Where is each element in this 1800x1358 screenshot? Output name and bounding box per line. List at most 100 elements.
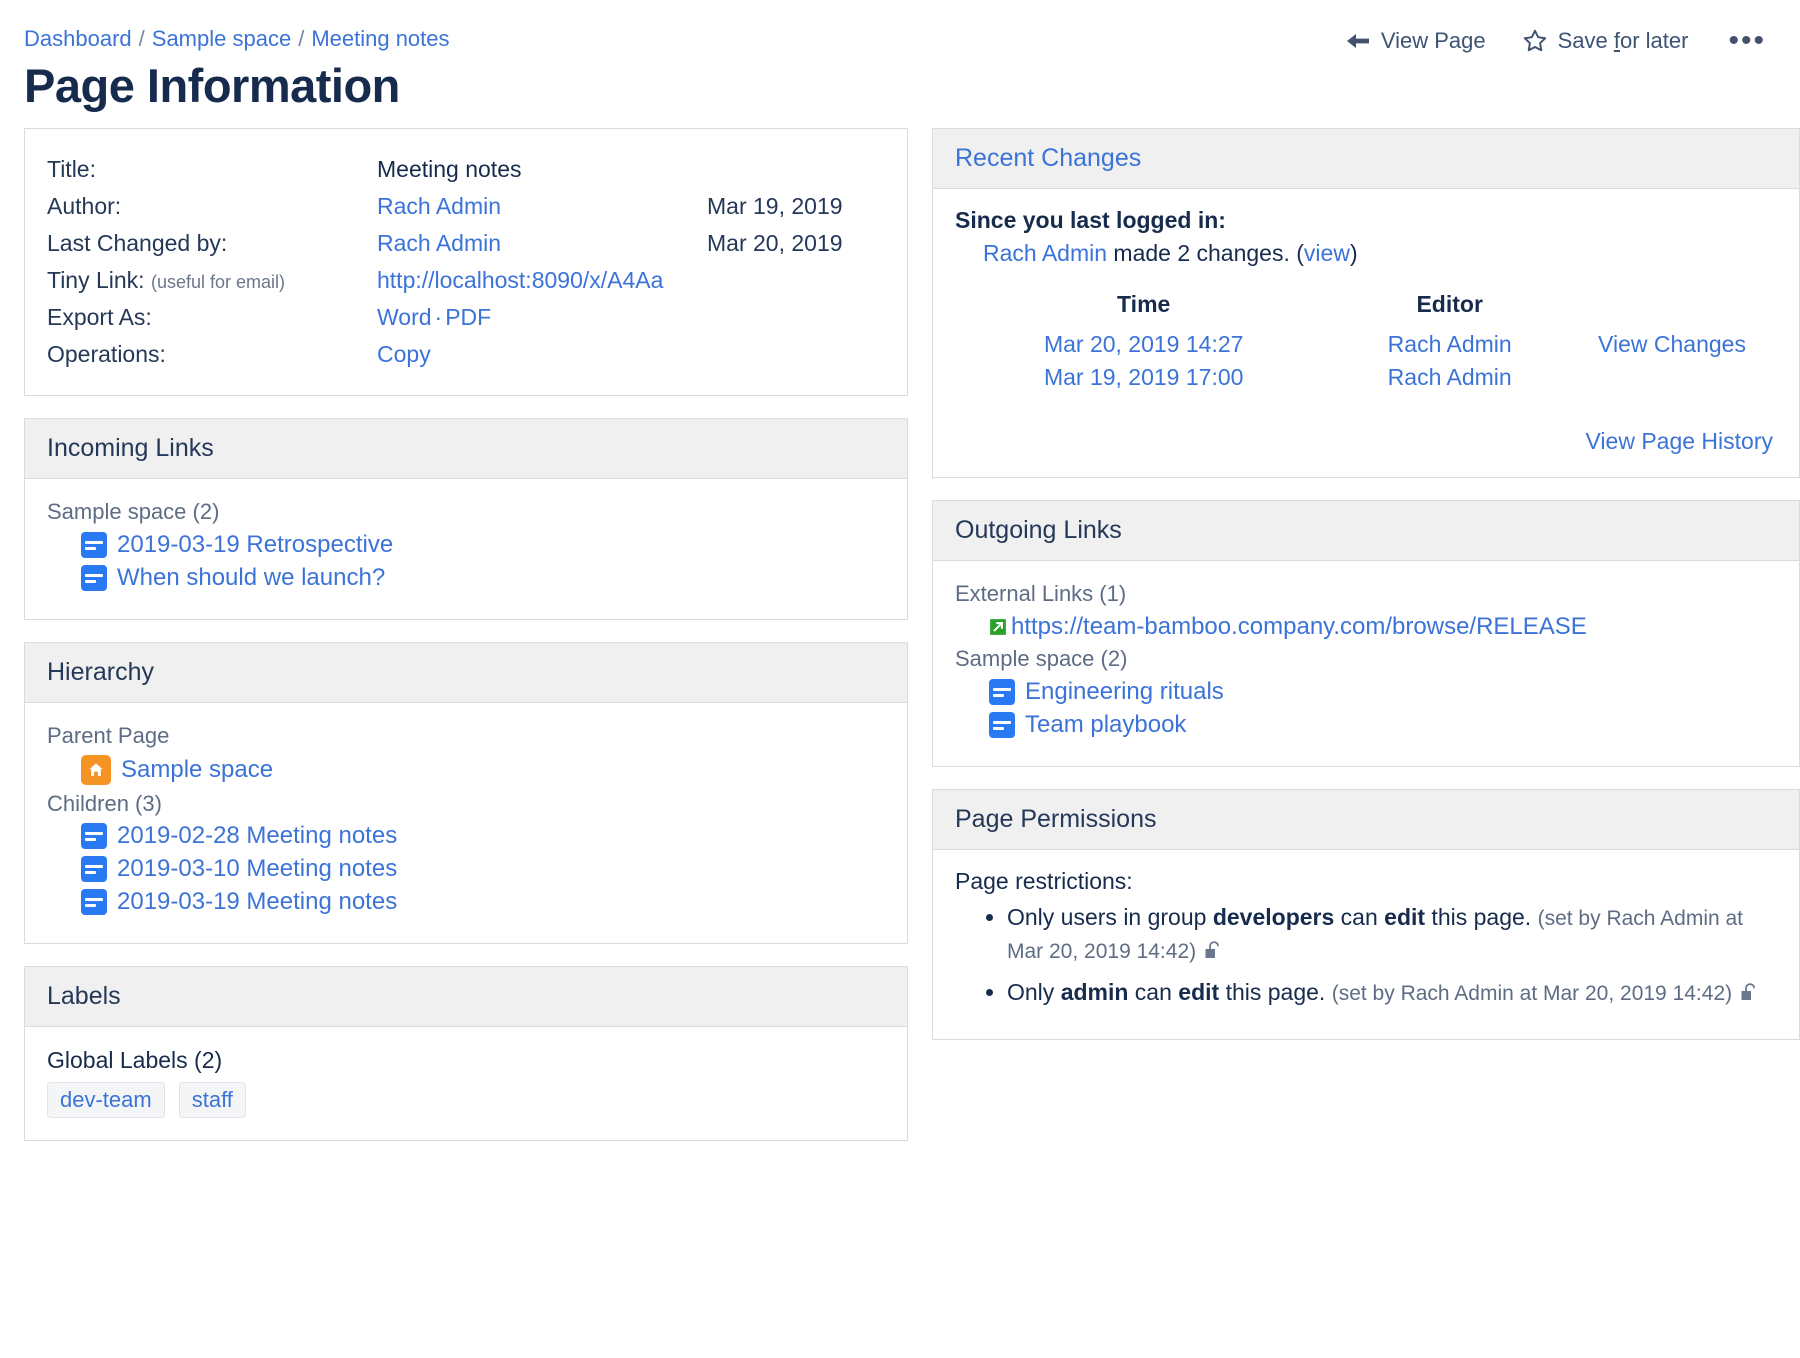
- export-separator: ·: [432, 304, 446, 330]
- home-icon: [81, 755, 111, 785]
- column-header-time: Time: [955, 289, 1332, 328]
- outgoing-link[interactable]: Engineering rituals: [1025, 678, 1224, 706]
- external-links-label: External Links (1): [955, 581, 1777, 607]
- parent-page-list: Sample space: [47, 755, 885, 785]
- page-header: Dashboard/Sample space/Meeting notes Pag…: [24, 0, 1776, 128]
- change-editor-link[interactable]: Rach Admin: [1388, 364, 1512, 390]
- incoming-links-panel: Incoming Links Sample space (2) 2019-03-…: [24, 418, 908, 620]
- breadcrumb-separator: /: [139, 26, 145, 51]
- outgoing-links-panel: Outgoing Links External Links (1) https:…: [932, 500, 1800, 767]
- list-item[interactable]: 2019-03-19 Retrospective: [81, 531, 885, 559]
- more-actions-button[interactable]: •••: [1724, 34, 1770, 48]
- restriction-set-by-link[interactable]: Rach Admin: [1401, 982, 1514, 1005]
- detail-row-export: Export As: Word·PDF: [47, 299, 885, 336]
- children-label: Children (3): [47, 791, 885, 817]
- breadcrumb-item-dashboard[interactable]: Dashboard: [24, 26, 132, 51]
- detail-value: Meeting notes: [377, 151, 707, 188]
- list-item: Only users in group developers can edit …: [1007, 901, 1777, 968]
- changes-user-link[interactable]: Rach Admin: [983, 240, 1107, 266]
- detail-label: Last Changed by:: [47, 225, 377, 262]
- page-information-screen: Dashboard/Sample space/Meeting notes Pag…: [0, 0, 1800, 1358]
- recent-changes-table: Time Editor Mar 20, 2019 14:27 Rach Admi…: [955, 289, 1777, 394]
- detail-label: Author:: [47, 188, 377, 225]
- page-details-table: Title: Meeting notes Author: Rach Admin …: [47, 151, 885, 373]
- hierarchy-panel: Hierarchy Parent Page Sample space Child…: [24, 642, 908, 944]
- export-label: Export As:: [47, 299, 377, 336]
- incoming-link[interactable]: When should we launch?: [117, 564, 385, 592]
- page-icon: [81, 532, 107, 558]
- list-item[interactable]: Team playbook: [989, 711, 1777, 739]
- change-editor-link[interactable]: Rach Admin: [1388, 331, 1512, 357]
- incoming-links-list: 2019-03-19 Retrospective When should we …: [47, 531, 885, 592]
- view-changes-inline-link[interactable]: view: [1304, 240, 1350, 266]
- outgoing-links-heading: Outgoing Links: [933, 501, 1799, 561]
- table-row: Mar 20, 2019 14:27 Rach Admin View Chang…: [955, 328, 1777, 361]
- left-column: Title: Meeting notes Author: Rach Admin …: [24, 128, 908, 1163]
- external-link-icon: [989, 618, 1007, 636]
- labels-heading: Labels: [25, 967, 907, 1027]
- child-page-link[interactable]: 2019-02-28 Meeting notes: [117, 822, 397, 850]
- page-permissions-heading: Page Permissions: [933, 790, 1799, 850]
- tiny-link-value[interactable]: http://localhost:8090/x/A4Aa: [377, 267, 663, 293]
- hierarchy-body: Parent Page Sample space Children (3): [25, 703, 907, 943]
- detail-label: Title:: [47, 151, 377, 188]
- save-for-later-button[interactable]: Save for later: [1522, 28, 1689, 54]
- list-item[interactable]: Engineering rituals: [989, 678, 1777, 706]
- page-details-body: Title: Meeting notes Author: Rach Admin …: [25, 129, 907, 395]
- external-links-list: https://team-bamboo.company.com/browse/R…: [955, 613, 1777, 641]
- table-row: Mar 19, 2019 17:00 Rach Admin: [955, 361, 1777, 394]
- tiny-link-label: Tiny Link:: [47, 267, 145, 293]
- list-item[interactable]: When should we launch?: [81, 564, 885, 592]
- page-icon: [81, 856, 107, 882]
- page-restrictions-label: Page restrictions:: [955, 868, 1777, 895]
- content-columns: Title: Meeting notes Author: Rach Admin …: [24, 128, 1776, 1163]
- label-chip[interactable]: staff: [179, 1082, 246, 1118]
- page-permissions-body: Page restrictions: Only users in group d…: [933, 850, 1799, 1039]
- table-header-row: Time Editor: [955, 289, 1777, 328]
- view-page-button[interactable]: View Page: [1345, 28, 1486, 54]
- detail-row-title: Title: Meeting notes: [47, 151, 885, 188]
- page-icon: [989, 679, 1015, 705]
- author-link[interactable]: Rach Admin: [377, 193, 501, 219]
- column-header-editor: Editor: [1332, 289, 1567, 328]
- label-chip-list: dev-team staff: [47, 1082, 885, 1118]
- recent-changes-heading[interactable]: Recent Changes: [933, 129, 1799, 189]
- export-word-link[interactable]: Word: [377, 304, 432, 330]
- breadcrumb-item-space[interactable]: Sample space: [152, 26, 291, 51]
- outgoing-link[interactable]: Team playbook: [1025, 711, 1186, 739]
- outgoing-space-label: Sample space (2): [955, 646, 1777, 672]
- column-header-actions: [1567, 289, 1777, 328]
- label-chip[interactable]: dev-team: [47, 1082, 165, 1118]
- list-item[interactable]: Sample space: [81, 755, 885, 785]
- list-item[interactable]: https://team-bamboo.company.com/browse/R…: [989, 613, 1777, 641]
- child-page-link[interactable]: 2019-03-19 Meeting notes: [117, 888, 397, 916]
- recent-changes-body: Since you last logged in: Rach Admin mad…: [933, 189, 1799, 477]
- operations-copy-link[interactable]: Copy: [377, 341, 431, 367]
- operations-label: Operations:: [47, 336, 377, 373]
- list-item[interactable]: 2019-02-28 Meeting notes: [81, 822, 885, 850]
- incoming-links-body: Sample space (2) 2019-03-19 Retrospectiv…: [25, 479, 907, 619]
- breadcrumb-item-page[interactable]: Meeting notes: [311, 26, 449, 51]
- outgoing-space-links-list: Engineering rituals Team playbook: [955, 678, 1777, 739]
- incoming-links-group-label: Sample space (2): [47, 499, 885, 525]
- last-changed-by-link[interactable]: Rach Admin: [377, 230, 501, 256]
- incoming-link[interactable]: 2019-03-19 Retrospective: [117, 531, 393, 559]
- parent-page-link[interactable]: Sample space: [121, 756, 273, 784]
- labels-body: Global Labels (2) dev-team staff: [25, 1027, 907, 1140]
- change-time-link[interactable]: Mar 20, 2019 14:27: [1044, 331, 1243, 357]
- change-time-link[interactable]: Mar 19, 2019 17:00: [1044, 364, 1243, 390]
- right-column: Recent Changes Since you last logged in:…: [932, 128, 1800, 1062]
- restriction-set-by-link[interactable]: Rach Admin: [1606, 907, 1719, 930]
- star-icon: [1522, 28, 1548, 54]
- export-pdf-link[interactable]: PDF: [445, 304, 491, 330]
- child-page-link[interactable]: 2019-03-10 Meeting notes: [117, 855, 397, 883]
- view-page-history-link[interactable]: View Page History: [1586, 428, 1774, 454]
- list-item[interactable]: 2019-03-19 Meeting notes: [81, 888, 885, 916]
- detail-row-last-changed-by: Last Changed by: Rach Admin Mar 20, 2019: [47, 225, 885, 262]
- arrow-left-icon: [1345, 31, 1371, 51]
- view-changes-link[interactable]: View Changes: [1598, 331, 1746, 357]
- page-actions: View Page Save for later •••: [1345, 28, 1770, 54]
- outgoing-links-body: External Links (1) https://team-bamboo.c…: [933, 561, 1799, 766]
- external-link[interactable]: https://team-bamboo.company.com/browse/R…: [1011, 613, 1587, 641]
- list-item[interactable]: 2019-03-10 Meeting notes: [81, 855, 885, 883]
